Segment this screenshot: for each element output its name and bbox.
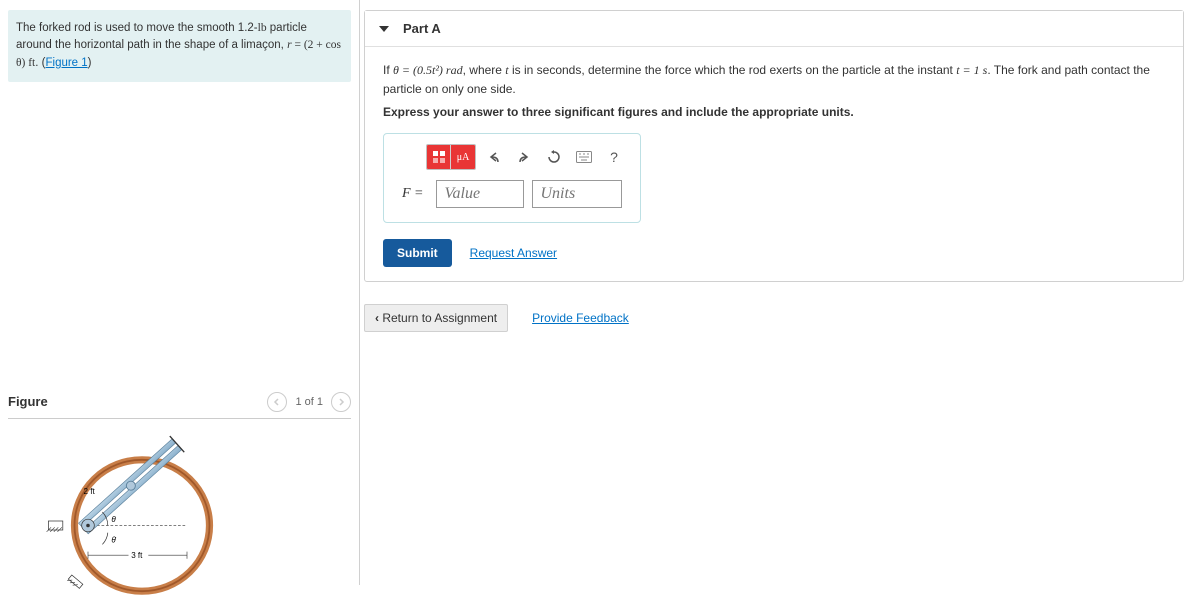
- q-prefix: If: [383, 63, 393, 77]
- part-a-header[interactable]: Part A: [365, 11, 1183, 47]
- reset-button[interactable]: [542, 145, 566, 169]
- chevron-left-icon: ‹: [375, 311, 379, 325]
- micro-ampere-button[interactable]: μA: [451, 145, 475, 169]
- q-mid: , where: [463, 63, 506, 77]
- answer-instruction: Express your answer to three significant…: [383, 105, 1165, 119]
- caret-down-icon: [379, 26, 389, 32]
- undo-button[interactable]: [482, 145, 506, 169]
- figure-title: Figure: [8, 394, 48, 409]
- q-t1: t = 1 s: [956, 63, 987, 77]
- eq-equals: =: [292, 39, 304, 51]
- part-a-section: Part A If θ = (0.5t²) rad, where t is in…: [364, 10, 1184, 282]
- figure-page-indicator: 1 of 1: [295, 396, 323, 408]
- unit-lb: lb: [258, 22, 267, 34]
- theta-label: θ: [111, 515, 116, 524]
- figure-header: Figure 1 of 1: [8, 392, 351, 419]
- redo-button[interactable]: [512, 145, 536, 169]
- dim-2ft: 2 ft: [84, 487, 96, 496]
- figure-nav: 1 of 1: [267, 392, 351, 412]
- q-theta-eq: θ = (0.5t²) rad: [393, 63, 463, 77]
- part-title: Part A: [403, 21, 441, 36]
- submit-button[interactable]: Submit: [383, 239, 452, 267]
- left-panel: The forked rod is used to move the smoot…: [0, 0, 360, 585]
- figure-link[interactable]: Figure 1: [45, 57, 87, 69]
- templates-button[interactable]: [427, 145, 451, 169]
- problem-text-3: . (: [35, 57, 45, 69]
- problem-text-4: ): [88, 57, 92, 69]
- keyboard-button[interactable]: [572, 145, 596, 169]
- q-mid2: is in seconds, determine the force which…: [509, 63, 957, 77]
- return-label: Return to Assignment: [382, 311, 497, 325]
- return-to-assignment-button[interactable]: ‹ Return to Assignment: [364, 304, 508, 332]
- answer-box: μA: [383, 133, 641, 223]
- dim-3ft: 3 ft: [131, 551, 143, 560]
- figure-prev-button[interactable]: [267, 392, 287, 412]
- problem-text-1: The forked rod is used to move the smoot…: [16, 22, 258, 34]
- units-input[interactable]: [532, 180, 622, 208]
- question-text: If θ = (0.5t²) rad, where t is in second…: [383, 61, 1165, 99]
- value-input[interactable]: [436, 180, 524, 208]
- request-answer-link[interactable]: Request Answer: [470, 246, 557, 260]
- figure-next-button[interactable]: [331, 392, 351, 412]
- problem-statement: The forked rod is used to move the smoot…: [8, 10, 351, 82]
- help-button[interactable]: ?: [602, 145, 626, 169]
- provide-feedback-link[interactable]: Provide Feedback: [532, 311, 629, 325]
- figure-diagram: θ θ̇ 2 ft 3 ft: [43, 431, 223, 611]
- answer-toolbar: μA: [426, 144, 626, 170]
- f-equals-label: F =: [398, 180, 428, 208]
- thetadot-label: θ̇: [111, 535, 116, 544]
